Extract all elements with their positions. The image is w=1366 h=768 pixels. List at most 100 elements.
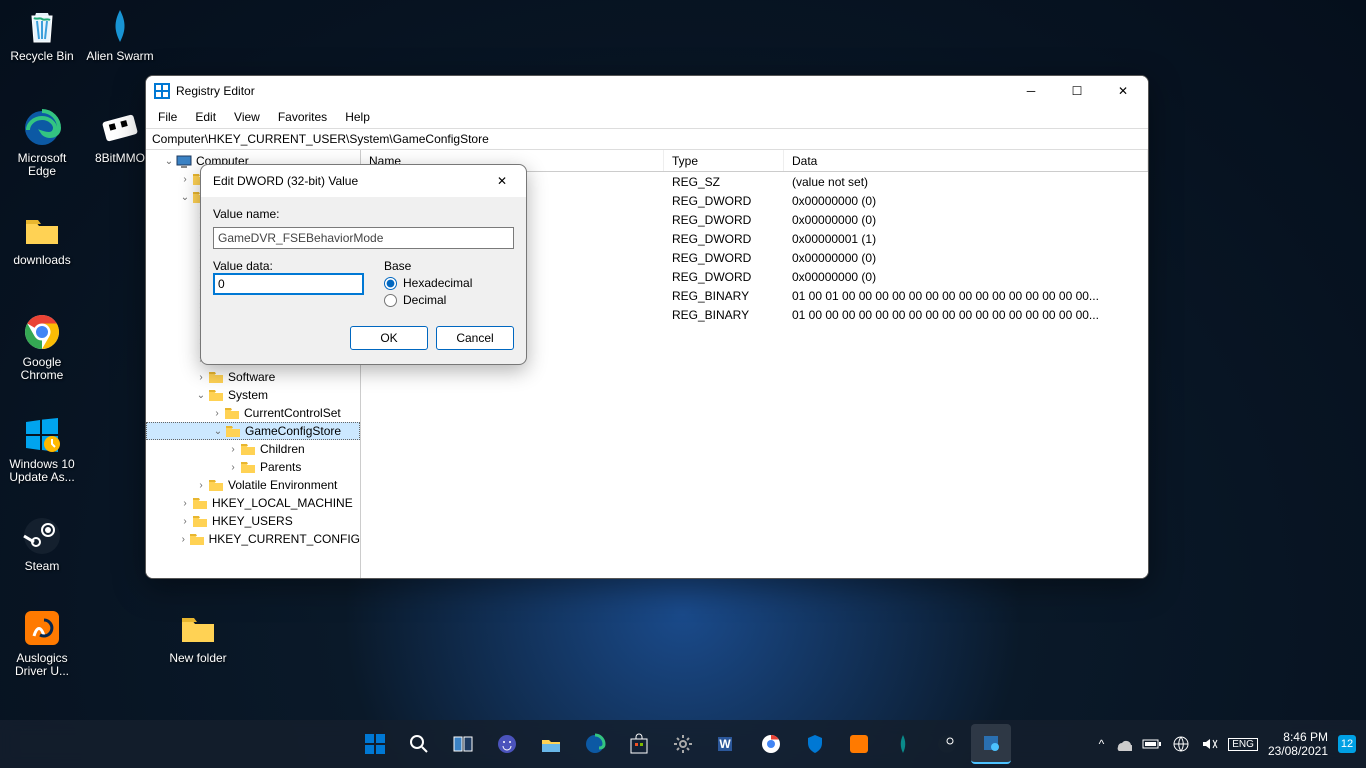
dec-radio-input[interactable]	[384, 294, 397, 307]
ime-icon[interactable]: ENG	[1228, 738, 1258, 751]
notifications-badge[interactable]: 12	[1338, 735, 1356, 753]
tree-toggle[interactable]: ›	[178, 516, 192, 527]
tree-toggle[interactable]: ›	[178, 534, 189, 545]
value-data: (value not set)	[784, 175, 1148, 189]
value-type: REG_SZ	[664, 175, 784, 189]
menu-file[interactable]: File	[150, 108, 185, 126]
folder-icon	[192, 514, 208, 528]
desktop-icon-downloads[interactable]: downloads	[4, 206, 80, 269]
store-button[interactable]	[619, 724, 659, 764]
tree-toggle[interactable]: ›	[226, 444, 240, 455]
base-hex-radio[interactable]: Hexadecimal	[384, 276, 514, 290]
desktop-icon-label: Auslogics Driver U...	[6, 652, 78, 678]
column-type[interactable]: Type	[664, 150, 784, 171]
desktop-icon-label: Google Chrome	[6, 356, 78, 382]
desktop-icon-alien-swarm[interactable]: Alien Swarm	[82, 2, 158, 65]
maximize-button[interactable]: ☐	[1054, 76, 1100, 106]
tree-node[interactable]: ⌄GameConfigStore	[146, 422, 360, 440]
menu-edit[interactable]: Edit	[187, 108, 224, 126]
chrome-taskbar-button[interactable]	[751, 724, 791, 764]
app-orange-button[interactable]	[839, 724, 879, 764]
tree-toggle[interactable]: ›	[178, 174, 192, 185]
menu-view[interactable]: View	[226, 108, 268, 126]
network-icon[interactable]	[1172, 735, 1190, 753]
value-data: 0x00000000 (0)	[784, 194, 1148, 208]
steam-taskbar-button[interactable]	[927, 724, 967, 764]
tree-toggle[interactable]: ›	[210, 408, 224, 419]
menu-favorites[interactable]: Favorites	[270, 108, 335, 126]
dialog-title: Edit DWORD (32-bit) Value	[213, 174, 482, 188]
chat-button[interactable]	[487, 724, 527, 764]
explorer-button[interactable]	[531, 724, 571, 764]
folder-icon	[208, 370, 224, 384]
tree-toggle[interactable]: ⌄	[194, 390, 208, 401]
tree-toggle[interactable]: ›	[194, 480, 208, 491]
tree-node[interactable]: ⌄ System	[146, 386, 360, 404]
value-name-input[interactable]	[213, 227, 514, 249]
base-dec-radio[interactable]: Decimal	[384, 293, 514, 307]
steam-icon	[20, 514, 64, 558]
column-data[interactable]: Data	[784, 150, 1148, 171]
system-tray[interactable]: ^ ENG 8:46 PM 23/08/2021 12	[1099, 730, 1366, 759]
settings-button[interactable]	[663, 724, 703, 764]
menu-help[interactable]: Help	[337, 108, 378, 126]
desktop-icon-auslogics[interactable]: Auslogics Driver U...	[4, 604, 80, 680]
tree-toggle[interactable]: ⌄	[211, 426, 225, 437]
clock[interactable]: 8:46 PM 23/08/2021	[1268, 730, 1328, 759]
tree-toggle[interactable]: ⌄	[178, 192, 192, 203]
folder-icon	[224, 406, 240, 420]
app-active-button[interactable]	[971, 724, 1011, 764]
cancel-button[interactable]: Cancel	[436, 326, 514, 350]
tree-label: HKEY_CURRENT_CONFIG	[209, 532, 360, 546]
tree-label: HKEY_USERS	[212, 514, 293, 528]
tree-node[interactable]: ›CurrentControlSet	[146, 404, 360, 422]
tree-node[interactable]: ›HKEY_LOCAL_MACHINE	[146, 494, 360, 512]
desktop-icon-label: Windows 10 Update As...	[6, 458, 78, 484]
tree-node[interactable]: ›Volatile Environment	[146, 476, 360, 494]
word-button[interactable]: W	[707, 724, 747, 764]
hex-radio-input[interactable]	[384, 277, 397, 290]
search-button[interactable]	[399, 724, 439, 764]
tray-chevron[interactable]: ^	[1099, 737, 1105, 751]
ok-button[interactable]: OK	[350, 326, 428, 350]
minimize-button[interactable]: ─	[1008, 76, 1054, 106]
desktop-icon-recycle-bin[interactable]: Recycle Bin	[4, 2, 80, 65]
menubar: File Edit View Favorites Help	[146, 106, 1148, 128]
close-button[interactable]: ✕	[1100, 76, 1146, 106]
task-view-button[interactable]	[443, 724, 483, 764]
desktop-icon-win10-update[interactable]: Windows 10 Update As...	[4, 410, 80, 486]
tree-node[interactable]: › Children	[146, 440, 360, 458]
desktop-icon-edge[interactable]: Microsoft Edge	[4, 104, 80, 180]
tree-label: Children	[260, 442, 305, 456]
value-data-input[interactable]	[213, 273, 364, 295]
start-button[interactable]	[355, 724, 395, 764]
address-bar[interactable]: Computer\HKEY_CURRENT_USER\System\GameCo…	[146, 128, 1148, 150]
desktop-icon-new-folder[interactable]: New folder	[160, 604, 236, 667]
tree-toggle[interactable]: ›	[178, 498, 192, 509]
value-data: 0x00000000 (0)	[784, 270, 1148, 284]
volume-icon[interactable]	[1200, 735, 1218, 753]
value-data: 0x00000000 (0)	[784, 251, 1148, 265]
tree-node[interactable]: › HKEY_USERS	[146, 512, 360, 530]
onedrive-icon[interactable]	[1114, 735, 1132, 753]
dialog-titlebar[interactable]: Edit DWORD (32-bit) Value ✕	[201, 165, 526, 197]
value-data-label: Value data:	[213, 259, 364, 273]
security-button[interactable]	[795, 724, 835, 764]
tree-node[interactable]: ›Software	[146, 368, 360, 386]
desktop-icon-label: 8BitMMO	[95, 152, 145, 165]
tree-node[interactable]: ›Parents	[146, 458, 360, 476]
taskbar[interactable]: W ^ ENG 8:46 PM 23/08/2021 12	[0, 720, 1366, 768]
tree-toggle[interactable]: ›	[194, 372, 208, 383]
titlebar[interactable]: Registry Editor ─ ☐ ✕	[146, 76, 1148, 106]
app-teal-button[interactable]	[883, 724, 923, 764]
dialog-close-button[interactable]: ✕	[482, 166, 522, 196]
value-name-label: Value name:	[213, 207, 514, 221]
tree-node[interactable]: › HKEY_CURRENT_CONFIG	[146, 530, 360, 548]
desktop-icon-steam[interactable]: Steam	[4, 512, 80, 575]
desktop-icon-chrome[interactable]: Google Chrome	[4, 308, 80, 384]
tree-label: System	[228, 388, 268, 402]
tree-toggle[interactable]: ⌄	[162, 156, 176, 167]
tree-toggle[interactable]: ›	[226, 462, 240, 473]
edge-taskbar-button[interactable]	[575, 724, 615, 764]
battery-icon[interactable]	[1142, 737, 1162, 751]
